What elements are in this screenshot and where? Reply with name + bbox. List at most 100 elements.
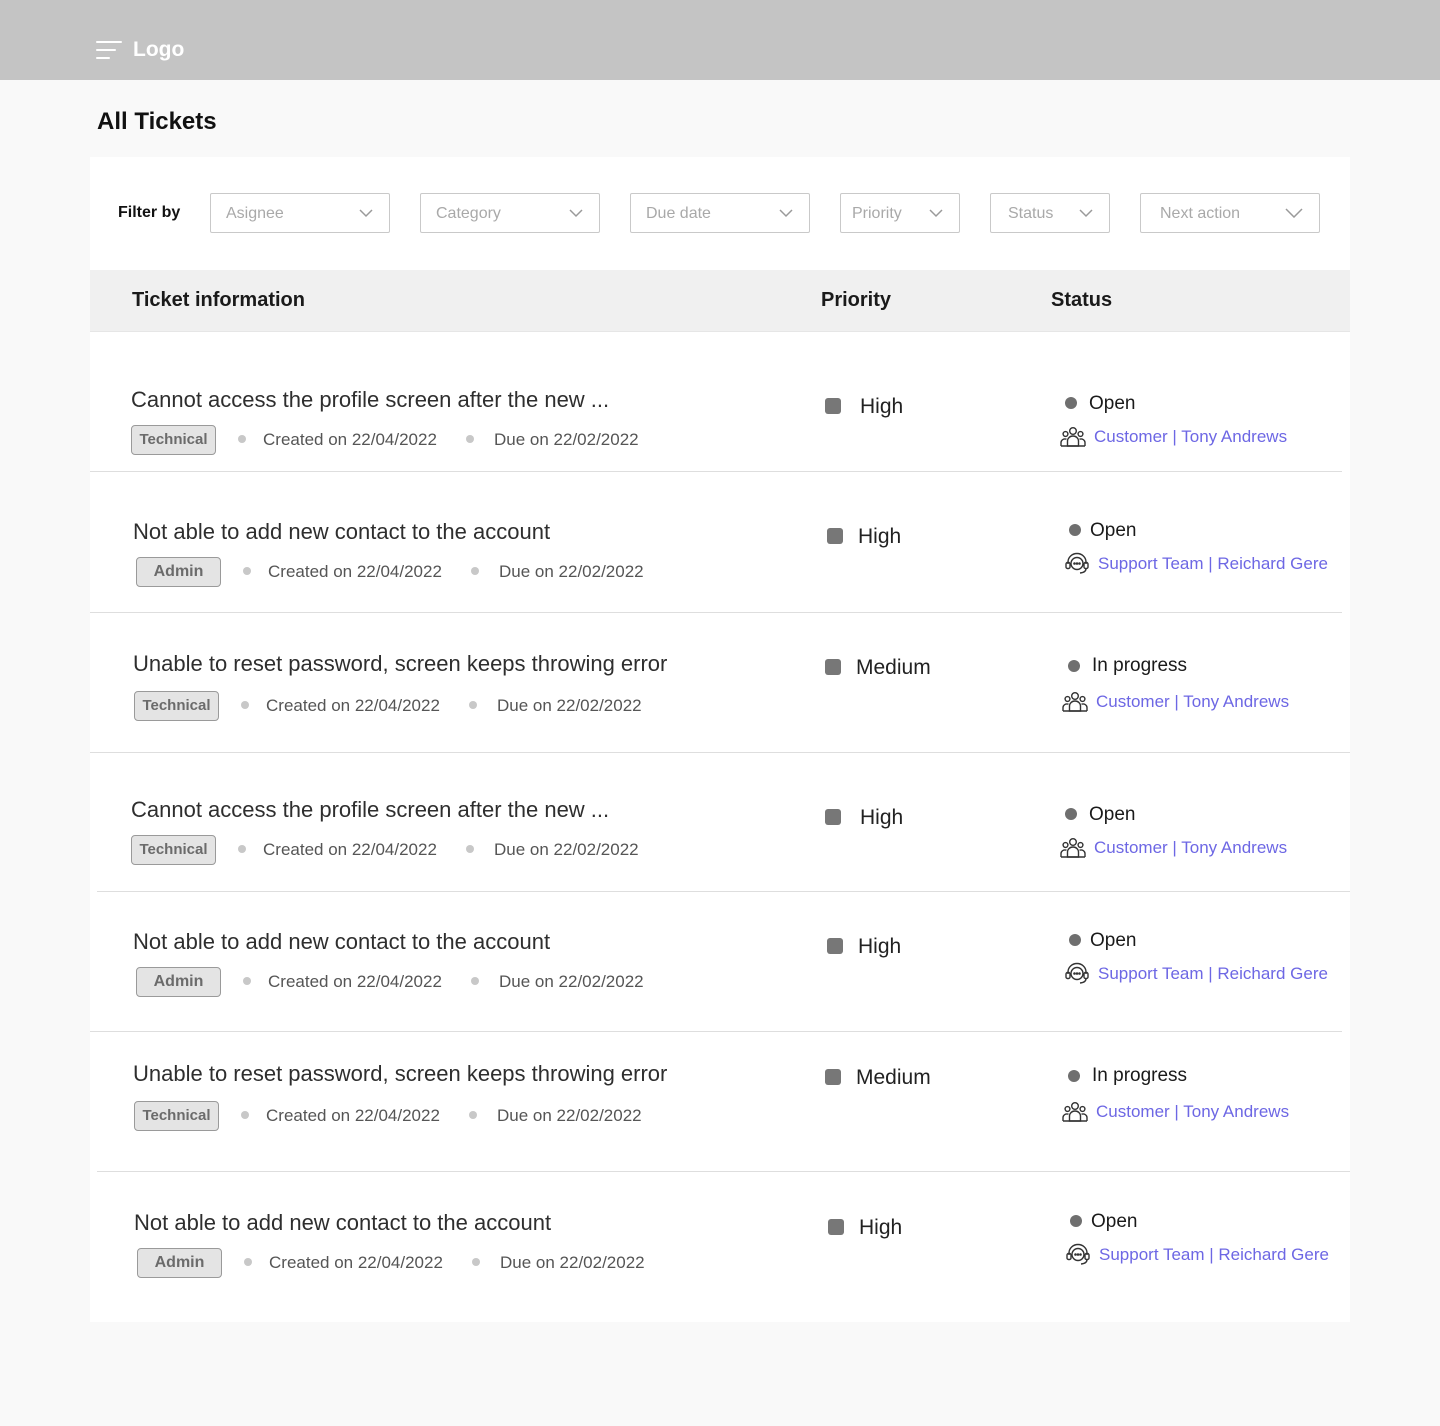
status-dot xyxy=(1069,934,1081,946)
hamburger-menu-icon[interactable] xyxy=(96,41,122,59)
separator-dot xyxy=(469,701,477,709)
assignee-link[interactable]: Customer | Tony Andrews xyxy=(1096,692,1289,712)
filter-status-dropdown[interactable]: Status xyxy=(990,193,1110,233)
priority-marker xyxy=(828,1219,844,1235)
filter-status-placeholder: Status xyxy=(1008,205,1054,222)
separator-dot xyxy=(243,567,251,575)
category-tag: Technical xyxy=(131,835,216,865)
status-dot xyxy=(1070,1215,1082,1227)
priority-marker xyxy=(825,1069,841,1085)
category-tag: Admin xyxy=(136,967,221,997)
ticket-title[interactable]: Not able to add new contact to the accou… xyxy=(133,929,550,955)
column-header-ticket-information[interactable]: Ticket information xyxy=(132,289,305,312)
priority-label: High xyxy=(860,806,904,829)
ticket-title[interactable]: Not able to add new contact to the accou… xyxy=(133,519,550,545)
table-row[interactable]: Not able to add new contact to the accou… xyxy=(90,892,1350,1032)
separator-dot xyxy=(469,1111,477,1119)
table-row[interactable]: Unable to reset password, screen keeps t… xyxy=(90,613,1350,753)
separator-dot xyxy=(238,435,246,443)
filter-priority-placeholder: Priority xyxy=(852,205,902,222)
assignee-link[interactable]: Customer | Tony Andrews xyxy=(1094,427,1287,447)
headset-support-icon xyxy=(1065,552,1089,574)
ticket-title[interactable]: Cannot access the profile screen after t… xyxy=(131,797,609,823)
category-tag: Technical xyxy=(134,691,219,721)
due-date: Due on 22/02/2022 xyxy=(494,430,639,449)
separator-dot xyxy=(241,1111,249,1119)
created-date: Created on 22/04/2022 xyxy=(266,1106,440,1125)
chevron-down-icon xyxy=(1285,208,1303,218)
priority-marker xyxy=(827,528,843,544)
priority-label: High xyxy=(858,525,902,548)
priority-label: Medium xyxy=(856,656,931,679)
headset-support-icon xyxy=(1066,1243,1090,1265)
separator-dot xyxy=(241,701,249,709)
due-date: Due on 22/02/2022 xyxy=(499,972,644,991)
people-group-icon xyxy=(1062,1102,1088,1122)
filter-assignee-placeholder: Asignee xyxy=(226,205,284,222)
filter-label: Filter by xyxy=(118,204,181,221)
status-label: Open xyxy=(1089,393,1136,414)
due-date: Due on 22/02/2022 xyxy=(497,696,642,715)
separator-dot xyxy=(243,977,251,985)
status-dot xyxy=(1068,1070,1080,1082)
due-date: Due on 22/02/2022 xyxy=(494,840,639,859)
page-title: All Tickets xyxy=(97,108,217,135)
filter-assignee-dropdown[interactable]: Asignee xyxy=(210,193,390,233)
category-tag: Technical xyxy=(131,425,216,455)
ticket-title[interactable]: Unable to reset password, screen keeps t… xyxy=(133,651,667,677)
assignee-link[interactable]: Support Team | Reichard Gere xyxy=(1098,554,1328,574)
ticket-title[interactable]: Not able to add new contact to the accou… xyxy=(134,1210,551,1236)
separator-dot xyxy=(472,1258,480,1266)
filter-next-action-placeholder: Next action xyxy=(1160,205,1241,222)
filter-category-dropdown[interactable]: Category xyxy=(420,193,600,233)
chevron-down-icon xyxy=(929,209,943,218)
table-row[interactable]: Unable to reset password, screen keeps t… xyxy=(90,1032,1350,1171)
priority-label: High xyxy=(859,1216,903,1239)
column-header-priority[interactable]: Priority xyxy=(821,289,891,312)
ticket-title[interactable]: Unable to reset password, screen keeps t… xyxy=(133,1061,667,1087)
priority-marker xyxy=(825,809,841,825)
category-tag: Admin xyxy=(136,557,221,587)
assignee-link[interactable]: Support Team | Reichard Gere xyxy=(1098,964,1328,984)
priority-marker xyxy=(827,938,843,954)
column-header-status[interactable]: Status xyxy=(1051,289,1112,312)
created-date: Created on 22/04/2022 xyxy=(266,696,440,715)
table-header: Ticket information Priority Status xyxy=(90,270,1350,332)
table-row[interactable]: Not able to add new contact to the accou… xyxy=(90,1172,1350,1322)
priority-label: High xyxy=(860,395,904,418)
logo[interactable]: Logo xyxy=(133,38,184,62)
separator-dot xyxy=(466,435,474,443)
separator-dot xyxy=(471,567,479,575)
created-date: Created on 22/04/2022 xyxy=(268,972,442,991)
filter-next-action-dropdown[interactable]: Next action xyxy=(1140,193,1320,233)
priority-marker xyxy=(825,398,841,414)
chevron-down-icon xyxy=(779,209,793,218)
due-date: Due on 22/02/2022 xyxy=(499,562,644,581)
headset-support-icon xyxy=(1065,962,1089,984)
top-bar: Logo xyxy=(0,0,1440,80)
due-date: Due on 22/02/2022 xyxy=(500,1253,645,1272)
separator-dot xyxy=(471,977,479,985)
status-dot xyxy=(1069,524,1081,536)
filter-priority-dropdown[interactable]: Priority xyxy=(840,193,960,233)
status-dot xyxy=(1065,808,1077,820)
assignee-link[interactable]: Customer | Tony Andrews xyxy=(1094,838,1287,858)
chevron-down-icon xyxy=(569,209,583,218)
priority-label: High xyxy=(858,935,902,958)
table-row[interactable]: Not able to add new contact to the accou… xyxy=(90,472,1350,612)
people-group-icon xyxy=(1060,427,1086,447)
assignee-link[interactable]: Support Team | Reichard Gere xyxy=(1099,1245,1329,1265)
priority-label: Medium xyxy=(856,1066,931,1089)
separator-dot xyxy=(466,845,474,853)
status-dot xyxy=(1068,660,1080,672)
status-label: Open xyxy=(1090,520,1137,541)
separator-dot xyxy=(238,845,246,853)
people-group-icon xyxy=(1060,838,1086,858)
table-row[interactable]: Cannot access the profile screen after t… xyxy=(90,332,1350,472)
filter-due-date-dropdown[interactable]: Due date xyxy=(630,193,810,233)
table-row[interactable]: Cannot access the profile screen after t… xyxy=(90,753,1350,891)
chevron-down-icon xyxy=(1079,209,1093,218)
ticket-title[interactable]: Cannot access the profile screen after t… xyxy=(131,387,609,413)
assignee-link[interactable]: Customer | Tony Andrews xyxy=(1096,1102,1289,1122)
status-dot xyxy=(1065,397,1077,409)
